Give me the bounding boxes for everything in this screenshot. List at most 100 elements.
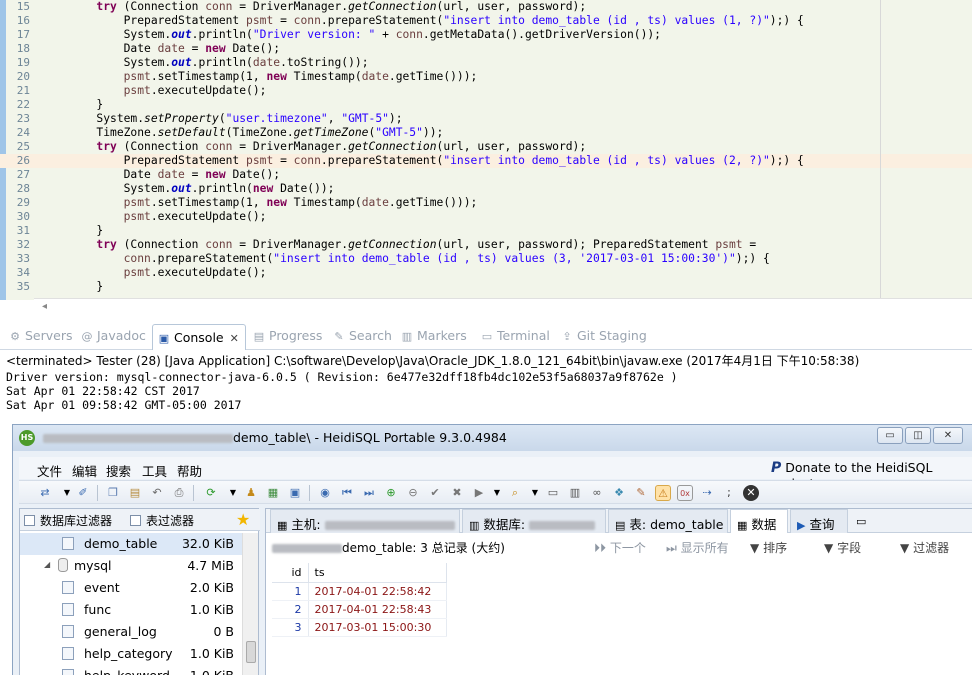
cell-ts[interactable]: 2017-03-01 15:00:30	[308, 618, 447, 637]
print-icon[interactable]: ⎙	[171, 485, 187, 501]
code-line[interactable]: 23 System.setProperty("user.timezone", "…	[0, 112, 972, 126]
tab-markers[interactable]: ▥ Markers	[400, 328, 467, 348]
tree-scrollbar[interactable]	[242, 533, 258, 675]
load-icon[interactable]: ▥	[567, 485, 583, 501]
tab-javadoc[interactable]: @ Javadoc	[80, 328, 146, 348]
cell-id[interactable]: 3	[272, 618, 309, 637]
code-line[interactable]: 28 System.out.println(new Date());	[0, 182, 972, 196]
code-line[interactable]: 32 try (Connection conn = DriverManager.…	[0, 238, 972, 252]
copy-icon[interactable]: ❐	[105, 485, 121, 501]
user-manager-icon[interactable]: ♟	[243, 485, 259, 501]
code-line[interactable]: 15 try (Connection conn = DriverManager.…	[0, 0, 972, 14]
maximize-button[interactable]: ◫	[905, 427, 931, 444]
export-icon[interactable]: ▣	[287, 485, 303, 501]
tree-table-item[interactable]: help_category 1.0 KiB	[20, 643, 242, 665]
tab-database[interactable]: ▥ 数据库:	[462, 509, 606, 533]
code-line[interactable]: 35 }	[0, 280, 972, 294]
code-line[interactable]: 17 System.out.println("Driver version: "…	[0, 28, 972, 42]
code-line[interactable]: 33 conn.prepareStatement("insert into de…	[0, 252, 972, 266]
dropdown-arrow-icon[interactable]: ▼	[489, 485, 505, 501]
stop-icon[interactable]: ✕	[743, 485, 759, 501]
cell-id[interactable]: 1	[272, 582, 309, 601]
tree-table-item[interactable]: event 2.0 KiB	[20, 577, 242, 599]
columns-button[interactable]: ▼ 字段	[824, 539, 861, 556]
cell-ts[interactable]: 2017-04-01 22:58:43	[308, 600, 447, 619]
code-line[interactable]: 19 System.out.println(date.toString());	[0, 56, 972, 70]
tab-host[interactable]: ▦ 主机:	[270, 509, 460, 533]
tree-database-item[interactable]: ◢ mysql 4.7 MiB	[20, 555, 242, 577]
code-line[interactable]: 16 PreparedStatement psmt = conn.prepare…	[0, 14, 972, 28]
sort-button[interactable]: ▼ 排序	[750, 539, 787, 556]
code-line[interactable]: 24 TimeZone.setDefault(TimeZone.getTimeZ…	[0, 126, 972, 140]
db-filter-tab[interactable]: 数据库过滤器	[24, 512, 112, 529]
first-record-icon[interactable]: ⏮	[339, 485, 355, 501]
tab-data[interactable]: ▦ 数据	[730, 509, 788, 533]
code-line[interactable]: 27 Date date = new Date();	[0, 168, 972, 182]
tab-progress[interactable]: ▤ Progress	[252, 328, 323, 348]
hex-icon[interactable]: 0x	[677, 485, 693, 501]
tab-git-staging[interactable]: ⇪ Git Staging	[560, 328, 646, 348]
undo-icon[interactable]: ↶	[149, 485, 165, 501]
tab-search[interactable]: ✎ Search	[332, 328, 392, 348]
warning-icon[interactable]: ⚠	[655, 485, 671, 501]
cell-id[interactable]: 2	[272, 600, 309, 619]
explain-icon[interactable]: ⌕	[507, 485, 523, 501]
code-editor[interactable]: 15 try (Connection conn = DriverManager.…	[0, 0, 972, 300]
paste-icon[interactable]: ▤	[127, 485, 143, 501]
table-row[interactable]: 2 2017-04-01 22:58:43	[272, 600, 447, 619]
tab-servers[interactable]: ⚙ Servers	[8, 328, 72, 348]
info-icon[interactable]: ◉	[317, 485, 333, 501]
next-button[interactable]: ⏵⏵ 下一个	[594, 539, 646, 556]
code-line[interactable]: 18 Date date = new Date();	[0, 42, 972, 56]
close-window-button[interactable]: ✕	[933, 427, 963, 444]
menu-edit[interactable]: 编辑	[72, 461, 97, 480]
console-view[interactable]: <terminated> Tester (28) [Java Applicati…	[0, 350, 972, 420]
dropdown-arrow-icon[interactable]: ▼	[59, 485, 75, 501]
session-manager-icon[interactable]: ⇄	[37, 485, 53, 501]
add-row-icon[interactable]: ⊕	[383, 485, 399, 501]
code-line[interactable]: 25 try (Connection conn = DriverManager.…	[0, 140, 972, 154]
tree-table-item[interactable]: func 1.0 KiB	[20, 599, 242, 621]
code-line[interactable]: 31 }	[0, 224, 972, 238]
editor-horizontal-scrollbar[interactable]: ◂	[34, 298, 972, 318]
format-icon[interactable]: ❖	[611, 485, 627, 501]
minimize-button[interactable]: ▭	[877, 427, 903, 444]
disconnect-icon[interactable]: ✐	[75, 485, 91, 501]
tab-query[interactable]: ▶ 查询	[790, 509, 848, 533]
star-icon[interactable]: ★	[236, 510, 250, 529]
table-filter-tab[interactable]: 表过滤器	[130, 512, 194, 529]
binoculars-icon[interactable]: ∞	[589, 485, 605, 501]
code-line[interactable]: 26 PreparedStatement psmt = conn.prepare…	[0, 154, 972, 168]
new-query-tab[interactable]: ▭	[850, 509, 876, 533]
code-line[interactable]: 34 psmt.executeUpdate();	[0, 266, 972, 280]
title-bar[interactable]: HS demo_table\ - HeidiSQL Portable 9.3.0…	[13, 425, 972, 451]
post-icon[interactable]: ✔	[427, 485, 443, 501]
tab-terminal[interactable]: ▭ Terminal	[480, 328, 550, 348]
menu-help[interactable]: 帮助	[177, 461, 202, 480]
tree-table-item[interactable]: general_log 0 B	[20, 621, 242, 643]
tab-console[interactable]: ▣ Console ✕	[152, 324, 246, 350]
menu-file[interactable]: 文件	[37, 461, 62, 480]
last-record-icon[interactable]: ⏭	[361, 485, 377, 501]
table-row[interactable]: 3 2017-03-01 15:00:30	[272, 618, 447, 637]
code-line[interactable]: 20 psmt.setTimestamp(1, new Timestamp(da…	[0, 70, 972, 84]
code-line[interactable]: 30 psmt.executeUpdate();	[0, 210, 972, 224]
menu-tools[interactable]: 工具	[142, 461, 167, 480]
delete-row-icon[interactable]: ⊖	[405, 485, 421, 501]
scrollbar-thumb[interactable]	[246, 641, 256, 663]
execute-icon[interactable]: ▶	[471, 485, 487, 501]
dropdown-arrow-icon[interactable]: ▼	[527, 485, 543, 501]
code-line[interactable]: 22 }	[0, 98, 972, 112]
edit-icon[interactable]: ✎	[633, 485, 649, 501]
column-header-ts[interactable]: ts	[308, 563, 447, 583]
data-grid[interactable]: id ts 1 2017-04-01 22:58:42 2 2017-04-01 22…	[272, 563, 447, 637]
filter-button[interactable]: ▼ 过滤器	[900, 539, 949, 556]
table-row[interactable]: 1 2017-04-01 22:58:42	[272, 582, 447, 601]
tab-table[interactable]: ▤ 表: demo_table	[608, 509, 728, 533]
tree-table-item[interactable]: demo_table 32.0 KiB	[20, 533, 242, 555]
link-icon[interactable]: ⇢	[699, 485, 715, 501]
menu-search[interactable]: 搜索	[106, 461, 131, 480]
import-icon[interactable]: ▦	[265, 485, 281, 501]
code-line[interactable]: 21 psmt.executeUpdate();	[0, 84, 972, 98]
close-icon[interactable]: ✕	[230, 332, 239, 345]
